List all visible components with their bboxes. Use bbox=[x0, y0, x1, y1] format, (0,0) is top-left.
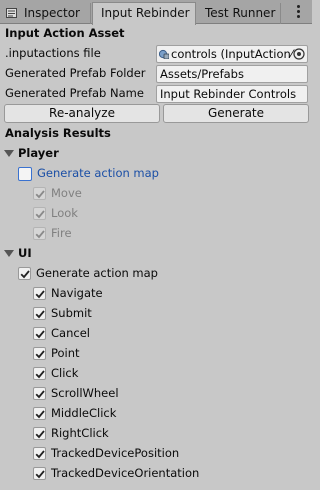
object-picker-icon[interactable] bbox=[293, 48, 305, 60]
action-checkbox[interactable] bbox=[33, 307, 46, 320]
action-label: Navigate bbox=[51, 286, 103, 300]
action-label: RightClick bbox=[51, 426, 109, 440]
check-icon bbox=[35, 350, 45, 359]
check-icon bbox=[35, 370, 45, 379]
kebab-menu-icon[interactable] bbox=[292, 3, 306, 21]
check-icon bbox=[35, 310, 45, 319]
inputactions-object-field[interactable]: controls (InputAction⁄ bbox=[156, 45, 308, 63]
field-label: Generated Prefab Name bbox=[5, 86, 144, 100]
action-label: Submit bbox=[51, 306, 92, 320]
check-icon bbox=[35, 210, 45, 219]
ui-action-row: Point bbox=[0, 344, 312, 364]
check-icon bbox=[35, 390, 45, 399]
ui-action-row: ScrollWheel bbox=[0, 384, 312, 404]
action-checkbox[interactable] bbox=[33, 427, 46, 440]
inspector-icon bbox=[6, 8, 17, 18]
ui-action-row: Cancel bbox=[0, 324, 312, 344]
foldout-player[interactable]: Player bbox=[0, 144, 312, 164]
inputactions-row: .inputactions file controls (InputAction… bbox=[0, 44, 312, 64]
ui-action-row: TrackedDevicePosition bbox=[0, 444, 312, 464]
section-header-results: Analysis Results bbox=[0, 124, 312, 144]
check-icon bbox=[35, 330, 45, 339]
action-checkbox[interactable] bbox=[33, 207, 46, 220]
action-label: Point bbox=[51, 346, 80, 360]
action-checkbox[interactable] bbox=[33, 327, 46, 340]
player-action-row: Fire bbox=[0, 224, 312, 244]
ui-action-row: RightClick bbox=[0, 424, 312, 444]
check-icon bbox=[35, 190, 45, 199]
action-checkbox[interactable] bbox=[33, 187, 46, 200]
action-label: Move bbox=[51, 186, 82, 200]
ui-action-row: Submit bbox=[0, 304, 312, 324]
action-label: ScrollWheel bbox=[51, 386, 119, 400]
player-action-row: Move bbox=[0, 184, 312, 204]
ui-generate-row: Generate action map bbox=[0, 264, 312, 284]
check-icon bbox=[35, 450, 45, 459]
action-checkbox[interactable] bbox=[33, 347, 46, 360]
tab-input-rebinder[interactable]: Input Rebinder bbox=[92, 2, 196, 25]
foldout-title: UI bbox=[18, 246, 32, 260]
prefab-name-row: Generated Prefab Name Input Rebinder Con… bbox=[0, 84, 312, 104]
player-generate-row: Generate action map bbox=[0, 164, 312, 184]
section-header-asset: Input Action Asset bbox=[0, 24, 312, 44]
foldout-ui[interactable]: UI bbox=[0, 244, 312, 264]
ui-generate-checkbox[interactable] bbox=[18, 267, 31, 280]
prefab-folder-row: Generated Prefab Folder Assets/Prefabs bbox=[0, 64, 312, 84]
ui-action-row: Click bbox=[0, 364, 312, 384]
tab-label: Test Runner bbox=[205, 6, 276, 20]
action-checkbox[interactable] bbox=[33, 367, 46, 380]
action-checkbox[interactable] bbox=[33, 407, 46, 420]
field-label: .inputactions file bbox=[5, 46, 101, 60]
action-label: Cancel bbox=[51, 326, 90, 340]
section-title: Input Action Asset bbox=[5, 26, 125, 40]
checkbox-label: Generate action map bbox=[36, 266, 158, 280]
generate-button[interactable]: Generate bbox=[163, 104, 309, 123]
reanalyze-button[interactable]: Re-analyze bbox=[4, 104, 160, 123]
field-label: Generated Prefab Folder bbox=[5, 66, 146, 80]
action-checkbox[interactable] bbox=[33, 447, 46, 460]
check-icon bbox=[20, 270, 30, 279]
action-label: Look bbox=[51, 206, 78, 220]
player-action-row: Look bbox=[0, 204, 312, 224]
action-checkbox[interactable] bbox=[33, 387, 46, 400]
action-label: TrackedDevicePosition bbox=[51, 446, 180, 460]
action-checkbox[interactable] bbox=[33, 227, 46, 240]
field-value: Assets/Prefabs bbox=[160, 67, 244, 81]
ui-action-row: Navigate bbox=[0, 284, 312, 304]
chevron-down-icon[interactable] bbox=[4, 150, 14, 157]
checkbox-label: Generate action map bbox=[37, 166, 159, 180]
player-generate-checkbox[interactable] bbox=[18, 167, 32, 181]
action-label: TrackedDeviceOrientation bbox=[51, 466, 200, 480]
tab-label: Inspector bbox=[24, 6, 80, 20]
field-value: Input Rebinder Controls bbox=[160, 87, 297, 101]
action-label: Fire bbox=[51, 226, 72, 240]
prefab-name-input[interactable]: Input Rebinder Controls bbox=[156, 85, 308, 103]
tab-inspector[interactable]: Inspector bbox=[0, 3, 91, 24]
action-checkbox[interactable] bbox=[33, 467, 46, 480]
check-icon bbox=[35, 230, 45, 239]
tab-test-runner[interactable]: Test Runner bbox=[197, 3, 281, 24]
check-icon bbox=[35, 430, 45, 439]
check-icon bbox=[35, 470, 45, 479]
check-icon bbox=[35, 410, 45, 419]
tab-bar: Inspector Input Rebinder Test Runner bbox=[0, 0, 312, 25]
chevron-down-icon[interactable] bbox=[4, 250, 14, 257]
input-actions-asset-icon bbox=[159, 49, 169, 59]
action-label: Click bbox=[51, 366, 79, 380]
tab-label: Input Rebinder bbox=[101, 6, 190, 20]
ui-action-row: MiddleClick bbox=[0, 404, 312, 424]
field-value: controls (InputAction⁄ bbox=[171, 47, 293, 61]
action-label: MiddleClick bbox=[51, 406, 117, 420]
action-checkbox[interactable] bbox=[33, 287, 46, 300]
prefab-folder-input[interactable]: Assets/Prefabs bbox=[156, 65, 308, 83]
button-row: Re-analyze Generate bbox=[0, 103, 312, 123]
check-icon bbox=[35, 290, 45, 299]
section-title: Analysis Results bbox=[5, 126, 111, 140]
ui-action-row: TrackedDeviceOrientation bbox=[0, 464, 312, 484]
foldout-title: Player bbox=[18, 146, 59, 160]
